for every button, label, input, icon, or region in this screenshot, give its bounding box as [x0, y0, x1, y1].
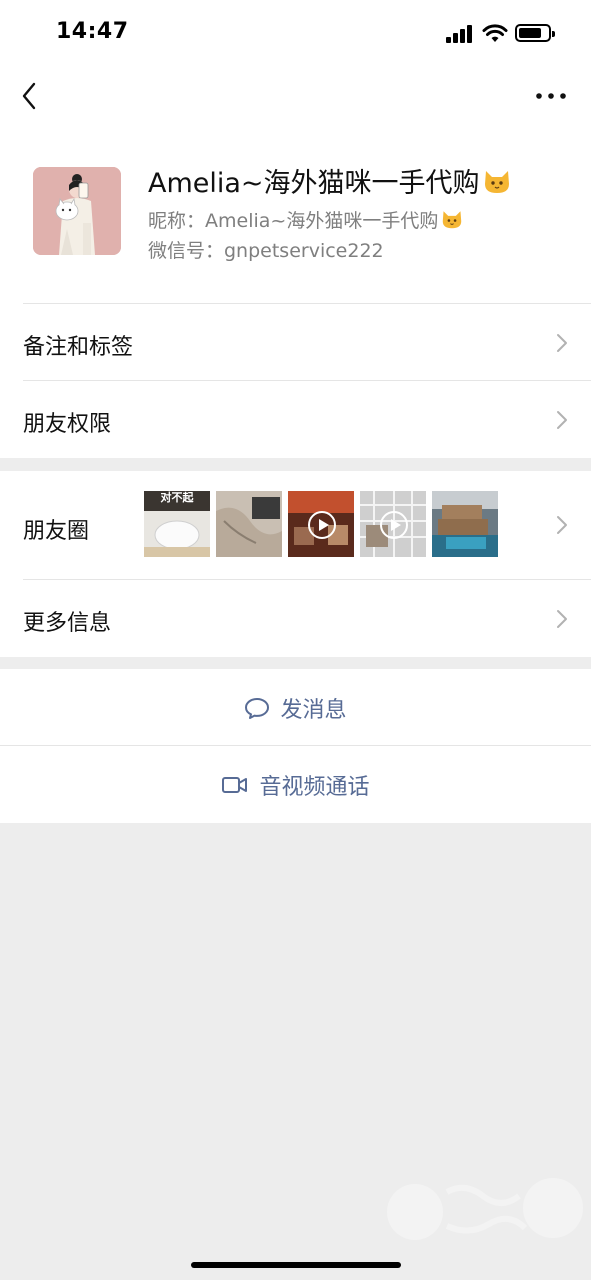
video-call-button[interactable]: 音视频通话: [0, 746, 591, 823]
row-more-info-label: 更多信息: [23, 611, 112, 636]
profile-header: Amelia~海外猫咪一手代购 昵称：Amelia~海外猫咪一手代购 微信号：g…: [0, 128, 591, 304]
home-indicator: [191, 1262, 401, 1268]
battery-icon: [515, 24, 555, 42]
avatar-illustration: [33, 167, 121, 255]
cellular-signal-icon: [446, 25, 474, 43]
chat-bubble-icon: [245, 697, 270, 719]
row-moments[interactable]: 朋友圈 对不起: [0, 471, 591, 580]
row-remarks-tags[interactable]: 备注和标签: [0, 304, 591, 381]
profile-nickname-text: 昵称：Amelia~海外猫咪一手代购: [148, 210, 439, 232]
back-button[interactable]: [14, 78, 50, 114]
wifi-icon: [482, 24, 508, 42]
chevron-left-icon: [22, 82, 36, 110]
send-message-label: 发消息: [280, 697, 347, 723]
chevron-right-icon: [557, 334, 567, 352]
play-icon: [308, 511, 336, 539]
chevron-right-icon: [557, 516, 567, 534]
status-bar: 14:47: [0, 0, 591, 64]
chevron-right-icon: [557, 411, 567, 429]
video-call-label: 音视频通话: [259, 774, 370, 800]
row-friend-permissions-label: 朋友权限: [23, 412, 112, 437]
profile-name-text: Amelia~海外猫咪一手代购: [148, 168, 480, 199]
row-more-info[interactable]: 更多信息: [0, 580, 591, 657]
row-moments-label: 朋友圈: [23, 519, 90, 544]
cat-face-icon: [443, 211, 462, 229]
more-button[interactable]: [533, 82, 569, 110]
moments-thumb[interactable]: [360, 491, 426, 557]
row-friend-permissions[interactable]: 朋友权限: [0, 381, 591, 458]
profile-name: Amelia~海外猫咪一手代购: [148, 161, 511, 200]
moments-thumb[interactable]: [216, 491, 282, 557]
moments-thumb[interactable]: [432, 491, 498, 557]
play-icon: [380, 511, 408, 539]
moments-thumb[interactable]: [288, 491, 354, 557]
nav-bar: [0, 64, 591, 128]
cat-face-icon: [484, 171, 509, 193]
watermark-logo: [387, 1178, 583, 1240]
video-camera-icon: [222, 776, 248, 793]
status-time: 14:47: [56, 19, 129, 44]
ellipsis-icon: [536, 93, 566, 99]
row-remarks-tags-label: 备注和标签: [23, 335, 134, 360]
profile-wechat-id[interactable]: 微信号：gnpetservice222: [148, 236, 384, 263]
chevron-right-icon: [557, 610, 567, 628]
send-message-button[interactable]: 发消息: [0, 669, 591, 746]
moments-thumb[interactable]: 对不起: [144, 491, 210, 557]
avatar[interactable]: [33, 167, 121, 255]
profile-nickname: 昵称：Amelia~海外猫咪一手代购: [148, 206, 463, 233]
